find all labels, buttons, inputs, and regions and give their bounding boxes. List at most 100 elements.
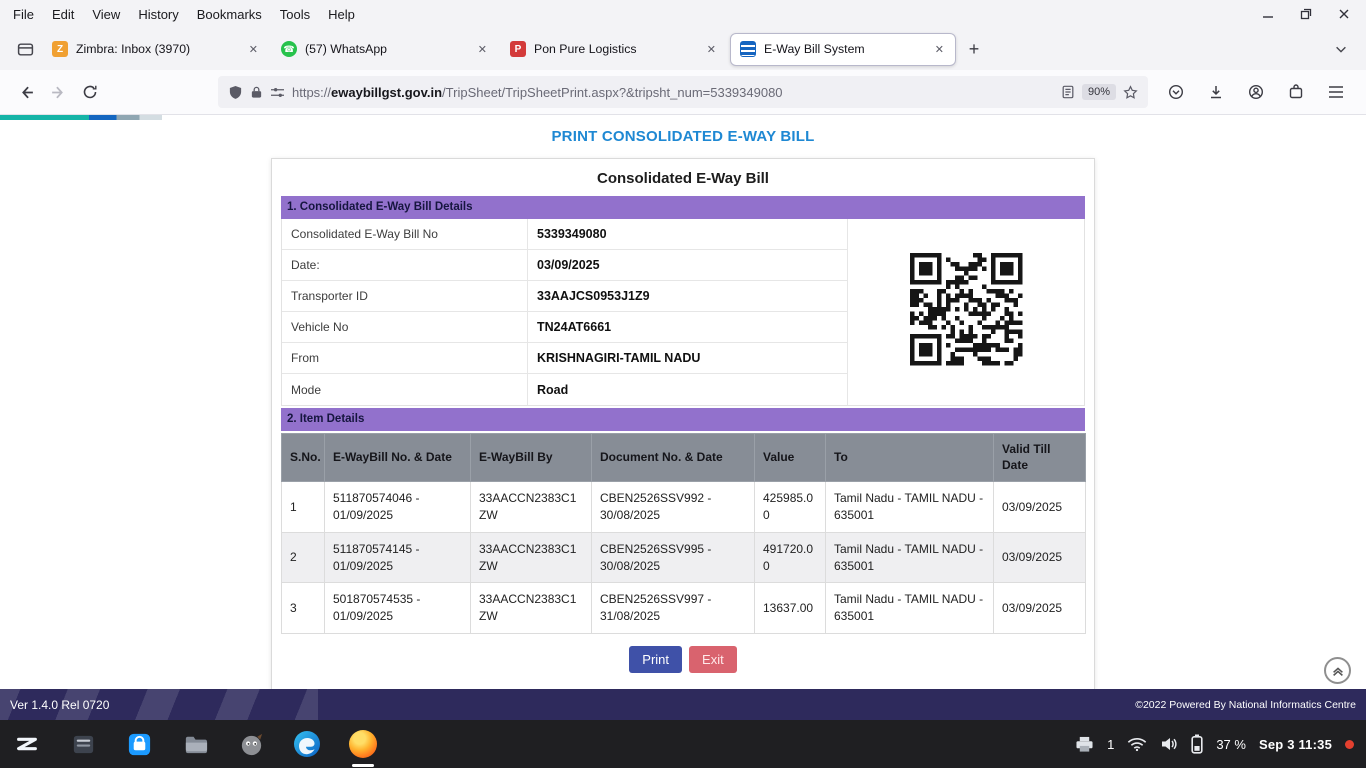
restore-button[interactable]: [1300, 8, 1312, 20]
section-details-header: 1. Consolidated E-Way Bill Details: [281, 196, 1085, 219]
volume-icon[interactable]: [1160, 736, 1178, 752]
minimize-button[interactable]: [1262, 8, 1274, 20]
close-button[interactable]: [1338, 8, 1350, 20]
pocket-icon[interactable]: [1160, 76, 1192, 108]
tab-close-icon[interactable]: ✕: [473, 41, 492, 58]
card-title: Consolidated E-Way Bill: [281, 167, 1085, 196]
back-button[interactable]: [10, 76, 42, 108]
items-cell: 03/09/2025: [994, 583, 1086, 634]
tracking-shield-icon[interactable]: [228, 85, 243, 100]
printer-indicator-icon[interactable]: [1075, 736, 1094, 753]
reader-view-icon[interactable]: [1061, 85, 1075, 99]
detail-row: Transporter ID33AAJCS0953J1Z9: [282, 281, 848, 312]
detail-value: KRISHNAGIRI-TAMIL NADU: [528, 343, 848, 373]
menu-history[interactable]: History: [129, 4, 187, 25]
detail-label: From: [282, 343, 528, 373]
detail-value: Road: [528, 374, 848, 405]
edge-icon[interactable]: [292, 729, 322, 759]
items-header-cell: To: [826, 434, 994, 482]
detail-label: Vehicle No: [282, 312, 528, 342]
zimbra-favicon: Z: [52, 41, 68, 57]
items-row: 2511870574145 - 01/09/202533AACCN2383C1Z…: [282, 532, 1086, 583]
bookmark-star-icon[interactable]: [1123, 85, 1138, 100]
items-cell: 33AACCN2383C1ZW: [471, 583, 592, 634]
tab-label: Zimbra: Inbox (3970): [76, 42, 236, 56]
taskbar-apps: [12, 729, 378, 759]
notification-dot: [1345, 740, 1354, 749]
url-text[interactable]: https://ewaybillgst.gov.in/TripSheet/Tri…: [292, 85, 1054, 100]
detail-value: 33AAJCS0953J1Z9: [528, 281, 848, 311]
items-header-cell: E-WayBill By: [471, 434, 592, 482]
url-bar[interactable]: https://ewaybillgst.gov.in/TripSheet/Tri…: [218, 76, 1148, 108]
tab-close-icon[interactable]: ✕: [930, 41, 949, 58]
software-store-icon[interactable]: [124, 729, 154, 759]
forward-button[interactable]: [42, 76, 74, 108]
menu-file[interactable]: File: [4, 4, 43, 25]
downloads-icon[interactable]: [1200, 76, 1232, 108]
lock-icon[interactable]: [250, 85, 263, 99]
scroll-to-top-button[interactable]: [1324, 657, 1351, 684]
tab-zimbra[interactable]: Z Zimbra: Inbox (3970) ✕: [43, 33, 269, 66]
items-cell: 1: [282, 482, 325, 533]
items-header-cell: Value: [755, 434, 826, 482]
detail-label: Consolidated E-Way Bill No: [282, 219, 528, 249]
menu-help[interactable]: Help: [319, 4, 364, 25]
items-row: 3501870574535 - 01/09/202533AACCN2383C1Z…: [282, 583, 1086, 634]
copyright-text: ©2022 Powered By National Informatics Ce…: [1135, 699, 1356, 711]
system-tray: 1 37 % Sep 3 11:35: [1075, 734, 1354, 754]
detail-label: Transporter ID: [282, 281, 528, 311]
eway-bill-card: Consolidated E-Way Bill 1. Consolidated …: [271, 158, 1095, 690]
qr-cell: [848, 219, 1084, 405]
firefox-icon[interactable]: [348, 729, 378, 759]
items-cell: 2: [282, 532, 325, 583]
print-button[interactable]: Print: [629, 646, 682, 673]
files-icon[interactable]: [180, 729, 210, 759]
printer-count: 1: [1107, 737, 1114, 752]
loading-strip: [0, 115, 162, 120]
tab-whatsapp[interactable]: ☎(57) WhatsApp✕: [272, 33, 498, 66]
exit-button[interactable]: Exit: [689, 646, 737, 673]
menu-view[interactable]: View: [83, 4, 129, 25]
gimp-icon[interactable]: [236, 729, 266, 759]
firefox-view-button[interactable]: [10, 34, 40, 64]
details-table: Consolidated E-Way Bill No5339349080Date…: [281, 219, 1085, 406]
zoom-level-chip[interactable]: 90%: [1082, 84, 1116, 100]
tab-close-icon[interactable]: ✕: [244, 41, 263, 58]
permissions-icon[interactable]: [270, 86, 285, 99]
menu-edit[interactable]: Edit: [43, 4, 83, 25]
tab-label: (57) WhatsApp: [305, 42, 465, 56]
screen: FileEditViewHistoryBookmarksToolsHelp ZZ…: [0, 0, 1366, 768]
page-heading: PRINT CONSOLIDATED E-WAY BILL: [0, 128, 1366, 145]
menu-bookmarks[interactable]: Bookmarks: [188, 4, 271, 25]
detail-value: 03/09/2025: [528, 250, 848, 280]
wifi-icon[interactable]: [1127, 737, 1147, 752]
detail-row: Date:03/09/2025: [282, 250, 848, 281]
account-icon[interactable]: [1240, 76, 1272, 108]
detail-row: Consolidated E-Way Bill No5339349080: [282, 219, 848, 250]
list-all-tabs-button[interactable]: [1326, 34, 1356, 64]
extensions-icon[interactable]: [1280, 76, 1312, 108]
items-cell: 511870574145 - 01/09/2025: [325, 532, 471, 583]
items-cell: CBEN2526SSV995 - 30/08/2025: [592, 532, 755, 583]
detail-label: Date:: [282, 250, 528, 280]
file-manager-icon[interactable]: [68, 729, 98, 759]
tab-eway[interactable]: E-Way Bill System ✕: [730, 33, 956, 66]
detail-row: ModeRoad: [282, 374, 848, 405]
new-tab-button[interactable]: +: [959, 34, 989, 64]
battery-icon[interactable]: [1191, 734, 1203, 754]
tab-close-icon[interactable]: ✕: [702, 41, 721, 58]
menu-tools[interactable]: Tools: [271, 4, 319, 25]
menu-button[interactable]: [1320, 76, 1352, 108]
reload-button[interactable]: [74, 76, 106, 108]
items-cell: 511870574046 - 01/09/2025: [325, 482, 471, 533]
zorin-menu-button[interactable]: [12, 729, 42, 759]
tab-ponpure[interactable]: PPon Pure Logistics✕: [501, 33, 727, 66]
clock[interactable]: Sep 3 11:35: [1259, 737, 1332, 752]
items-cell: 03/09/2025: [994, 482, 1086, 533]
detail-label: Mode: [282, 374, 528, 405]
items-header-cell: E-WayBill No. & Date: [325, 434, 471, 482]
ponpure-favicon: P: [510, 41, 526, 57]
tab-label: E-Way Bill System: [764, 42, 922, 56]
items-cell: CBEN2526SSV997 - 31/08/2025: [592, 583, 755, 634]
items-cell: 3: [282, 583, 325, 634]
